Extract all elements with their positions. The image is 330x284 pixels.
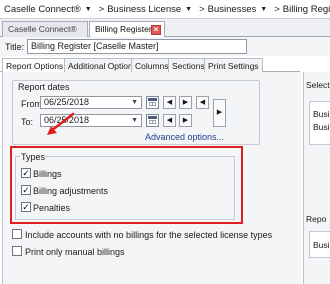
tab-additional-options[interactable]: Additional Options bbox=[64, 58, 141, 72]
range-prev-button[interactable]: ◀ bbox=[196, 96, 209, 109]
billing-adjustments-checkbox[interactable]: ✓ bbox=[21, 185, 31, 195]
from-date-field[interactable]: 06/25/2018 ▼ bbox=[40, 96, 142, 109]
tab-columns[interactable]: Columns bbox=[131, 58, 173, 72]
advanced-options-link[interactable]: Advanced options... bbox=[145, 132, 224, 142]
breadcrumb-separator-icon: > bbox=[199, 3, 205, 15]
penalties-label: Penalties bbox=[33, 203, 71, 213]
report-header: Repo bbox=[306, 214, 327, 224]
to-prev-button[interactable]: ◀ bbox=[163, 114, 176, 127]
chevron-down-icon[interactable]: ▼ bbox=[131, 97, 138, 108]
breadcrumb-item-billing-register[interactable]: Billing Register bbox=[283, 4, 330, 15]
include-no-billings-checkbox[interactable] bbox=[12, 229, 22, 239]
breadcrumb-dropdown-icon[interactable]: ▼ bbox=[85, 6, 92, 13]
to-label: To: bbox=[21, 117, 34, 127]
list-item[interactable]: Busin bbox=[313, 109, 330, 119]
select-header: Select bbox=[306, 80, 330, 90]
types-heading: Types bbox=[20, 152, 47, 162]
close-icon[interactable]: × bbox=[151, 25, 161, 35]
breadcrumb-item-businesses[interactable]: Businesses bbox=[208, 4, 257, 15]
billing-adjustments-label: Billing adjustments bbox=[33, 186, 109, 196]
doc-tab-label: Caselle Connect® bbox=[8, 24, 77, 34]
title-row: Title: Billing Register [Caselle Master] bbox=[0, 37, 330, 56]
include-no-billings-label: Include accounts with no billings for th… bbox=[25, 230, 273, 240]
breadcrumb-separator-icon: > bbox=[98, 3, 105, 15]
doc-tab-label: Billing Register bbox=[95, 24, 152, 34]
document-tab-bar: Caselle Connect® Billing Register × bbox=[0, 19, 330, 38]
to-next-button[interactable]: ▶ bbox=[179, 114, 192, 127]
list-item[interactable]: Busin bbox=[313, 240, 330, 250]
from-date-value: 06/25/2018 bbox=[44, 97, 90, 107]
report-list[interactable]: Busin bbox=[309, 231, 330, 258]
tab-print-settings[interactable]: Print Settings bbox=[204, 58, 263, 72]
doc-tab-billing-register[interactable]: Billing Register × bbox=[89, 21, 165, 38]
breadcrumb: Caselle Connect® ▼ > Business License ▼ … bbox=[0, 0, 330, 19]
print-manual-billings-checkbox[interactable] bbox=[12, 246, 22, 256]
doc-tab-caselle-connect[interactable]: Caselle Connect® bbox=[2, 21, 88, 37]
chevron-down-icon[interactable]: ▼ bbox=[131, 115, 138, 126]
calendar-icon[interactable] bbox=[146, 96, 159, 109]
penalties-checkbox[interactable]: ✓ bbox=[21, 202, 31, 212]
title-label: Title: bbox=[5, 42, 25, 52]
billings-label: Billings bbox=[33, 169, 62, 179]
breadcrumb-dropdown-icon[interactable]: ▼ bbox=[185, 6, 192, 13]
print-manual-billings-label: Print only manual billings bbox=[25, 247, 125, 257]
range-next-button[interactable]: ▶ bbox=[213, 99, 226, 127]
title-input[interactable]: Billing Register [Caselle Master] bbox=[27, 39, 247, 54]
billings-checkbox[interactable]: ✓ bbox=[21, 168, 31, 178]
from-next-button[interactable]: ▶ bbox=[179, 96, 192, 109]
from-prev-button[interactable]: ◀ bbox=[163, 96, 176, 109]
breadcrumb-item-home[interactable]: Caselle Connect® bbox=[4, 4, 81, 15]
options-tab-bar: Report Options Additional Options Column… bbox=[0, 58, 300, 73]
breadcrumb-dropdown-icon[interactable]: ▼ bbox=[260, 6, 267, 13]
tab-report-options[interactable]: Report Options bbox=[2, 58, 68, 73]
annotation-arrow-icon bbox=[47, 112, 75, 135]
calendar-icon[interactable] bbox=[146, 114, 159, 127]
list-item[interactable]: Busin bbox=[313, 122, 330, 132]
breadcrumb-separator-icon: > bbox=[274, 3, 280, 15]
tab-sections[interactable]: Sections bbox=[168, 58, 209, 72]
select-list[interactable]: Busin Busin bbox=[309, 101, 330, 145]
breadcrumb-item-business-license[interactable]: Business License bbox=[107, 4, 181, 15]
report-dates-heading: Report dates bbox=[18, 82, 70, 92]
